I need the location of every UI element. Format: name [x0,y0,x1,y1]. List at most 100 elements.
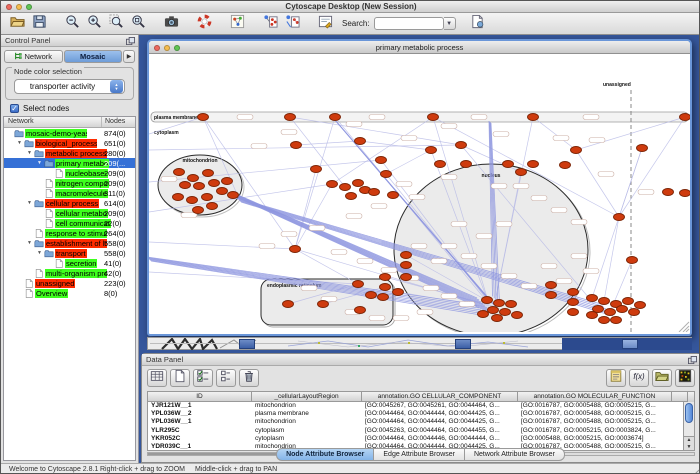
zoom-out-button[interactable] [61,14,83,33]
table-row[interactable]: YJR121W__1mitochondrion[GO:0045267, GO:0… [148,402,694,410]
tree-row[interactable]: ▼biological_process651(0) [4,138,135,148]
zoom-in-button[interactable] [83,14,105,33]
tree-row[interactable]: macromolecule311(0) [4,188,135,198]
graph-node[interactable] [209,180,220,187]
graph-node[interactable] [393,289,404,296]
graph-node[interactable] [560,162,571,169]
network-overview-button[interactable] [226,14,248,33]
graph-node[interactable] [629,309,640,316]
tabs-overflow-arrow[interactable]: ▶ [123,50,135,63]
tree-row[interactable]: Overview8(0) [4,288,135,298]
graph-node[interactable] [528,161,539,168]
tree-row[interactable]: secretion41(0) [4,258,135,268]
tree-col-nodes[interactable]: Nodes [105,118,125,125]
graph-node[interactable] [318,301,329,308]
graph-node[interactable] [330,114,341,121]
import-document-button[interactable] [467,14,489,33]
graph-node[interactable] [516,169,527,176]
tree-col-network[interactable]: Network [8,118,34,125]
hide-selected-nodes-button[interactable] [259,14,281,33]
graph-node[interactable] [587,312,598,319]
table-column-header[interactable]: annotation.GO MOLECULAR_FUNCTION [518,392,672,402]
tab-mosaic[interactable]: Mosaic [64,50,123,63]
graph-edge[interactable] [576,150,619,217]
graph-node[interactable] [494,300,505,307]
graph-node[interactable] [355,138,366,145]
select-nodes-checkbox[interactable]: ✓ [10,104,19,113]
graph-node[interactable] [401,262,412,269]
graph-node[interactable] [353,180,364,187]
save-session-button[interactable] [28,14,50,33]
window-resize-grip-icon[interactable] [679,322,689,332]
graph-node[interactable] [503,161,514,168]
annotation-button[interactable] [314,14,336,33]
search-input[interactable] [374,17,444,30]
node-color-dropdown[interactable]: transporter activity ▲▼ [14,79,125,94]
graph-node[interactable] [207,203,218,210]
graph-node[interactable] [388,192,399,199]
graph-node[interactable] [283,301,294,308]
graph-node[interactable] [217,188,228,195]
graph-node[interactable] [506,301,517,308]
tree-row[interactable]: ▼primary metabo209(... [4,158,135,168]
background-scrollbar-thumb[interactable] [239,339,255,349]
expander-icon[interactable]: ▼ [37,160,44,166]
tree-row[interactable]: unassigned223(0) [4,278,135,288]
expander-icon[interactable]: ▼ [27,150,34,156]
graph-node[interactable] [366,292,377,299]
table-column-header[interactable]: _cellularLayoutRegion [252,392,362,402]
graph-node[interactable] [528,114,539,121]
table-column-header[interactable] [672,392,688,402]
zoom-selected-button[interactable] [105,14,127,33]
graph-node[interactable] [599,317,610,324]
graph-node[interactable] [174,169,185,176]
graph-node[interactable] [482,297,493,304]
graph-node[interactable] [512,312,523,319]
graph-node[interactable] [500,309,511,316]
table-column-header[interactable]: annotation.GO CELLULAR_COMPONENT [362,392,518,402]
table-row[interactable]: YKR052Ccytoplasm[GO:0044464, GO:0044446,… [148,435,694,443]
graph-edge[interactable] [290,117,345,187]
graph-node[interactable] [378,294,389,301]
tree-row[interactable]: response to stimulu264(0) [4,228,135,238]
graph-node[interactable] [180,182,191,189]
zoom-fit-button[interactable] [127,14,149,33]
graph-node[interactable] [546,292,557,299]
graph-node[interactable] [428,114,439,121]
resize-grip-icon[interactable] [691,465,700,474]
formula-builder-button[interactable]: f(x) [629,369,649,387]
hide-selected-edges-button[interactable] [281,14,303,33]
graph-node[interactable] [353,281,364,288]
graph-node[interactable] [188,175,199,182]
tree-row[interactable]: ▼establishment of lo558(0) [4,238,135,248]
help-button[interactable] [193,14,215,33]
graph-node[interactable] [605,309,616,316]
graph-node[interactable] [173,194,184,201]
select-columns-button[interactable] [147,369,167,387]
expander-icon[interactable]: ▼ [17,140,24,146]
graph-node[interactable] [369,189,380,196]
graph-node[interactable] [228,192,239,199]
graph-node[interactable] [203,170,214,177]
graph-node[interactable] [340,184,351,191]
graph-edge[interactable] [619,117,685,217]
table-column-header[interactable]: ID [148,392,252,402]
attribute-checklist-button[interactable] [193,369,213,387]
graph-node[interactable] [637,145,648,152]
tree-row[interactable]: mosaic-demo-yeast874(0) [4,128,135,138]
graph-node[interactable] [587,295,598,302]
graph-node[interactable] [680,190,691,197]
network-canvas[interactable]: plasma membranecytoplasmmitochondrionnuc… [149,54,690,332]
graph-edge[interactable] [386,150,431,174]
graph-node[interactable] [291,142,302,149]
graph-node[interactable] [461,161,472,168]
tree-row[interactable]: nitrogen compo209(0) [4,178,135,188]
graph-node[interactable] [193,207,204,214]
search-dropdown-arrow-icon[interactable]: ▼ [444,17,456,30]
graph-edge[interactable] [296,141,360,145]
graph-node[interactable] [380,284,391,291]
tab-edge-attribute-browser[interactable]: Edge Attribute Browser [373,448,465,461]
graph-node[interactable] [635,302,646,309]
graph-node[interactable] [290,246,301,253]
notes-button[interactable] [606,369,626,387]
